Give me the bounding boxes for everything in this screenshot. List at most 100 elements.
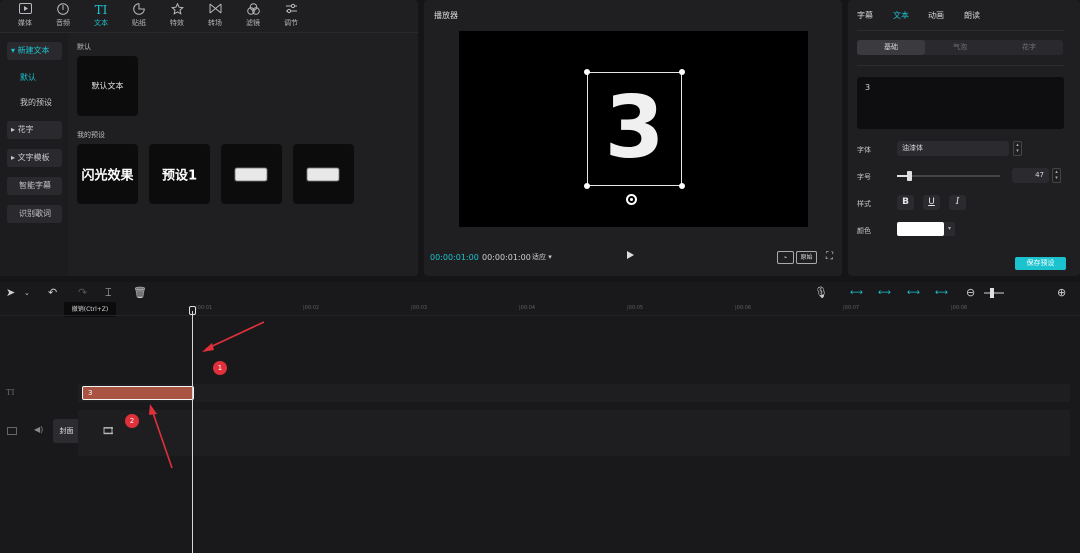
tool-audio[interactable]: 音频 (46, 2, 80, 30)
tool-label: 贴纸 (132, 19, 146, 27)
delete-icon[interactable]: 🗑 (133, 286, 147, 300)
zoom-in-icon[interactable]: ⊕ (1057, 286, 1066, 300)
effects-icon (160, 2, 194, 18)
video-preview[interactable]: 3 (459, 31, 808, 227)
default-text-card[interactable]: 默认文本 (77, 56, 138, 116)
resize-handle[interactable] (679, 183, 685, 189)
chevron-down-icon[interactable]: ▾ (944, 222, 955, 236)
sidebar-item-label: 文字模板 (17, 153, 50, 162)
audio-icon (46, 3, 80, 18)
font-label: 字体 (857, 146, 871, 154)
sidebar-item-label: 识别歌词 (19, 209, 51, 218)
media-panel: 媒体 音频 TI 文本 贴纸 特效 转场 滤镜 调节 ▾ 新建文本 默认 我的预… (0, 0, 418, 276)
tab-read-aloud[interactable]: 朗读 (964, 10, 980, 21)
preview-text: 3 (604, 78, 665, 178)
tool-effects[interactable]: 特效 (160, 2, 194, 30)
italic-button[interactable]: I (949, 195, 966, 210)
sidebar-item-text-template[interactable]: ▸ 文字模板 (7, 149, 62, 167)
resize-handle[interactable] (584, 69, 590, 75)
preset-card-4[interactable] (293, 144, 354, 204)
segment-bubble[interactable]: 气泡 (926, 40, 994, 55)
timeline-toolbar: ➤ ⌄ ↶ ↷ ⌶ 🗑 🎙 ⟷ ⟷ ⟷ ⟷ ⊖ ⊕ (0, 282, 1080, 304)
play-icon[interactable] (627, 251, 634, 259)
save-preset-button[interactable]: 保存预设 (1015, 257, 1066, 270)
tool-media[interactable]: 媒体 (8, 2, 42, 30)
sidebar-item-label: 默认 (20, 73, 36, 82)
zoom-slider[interactable] (984, 288, 1004, 298)
split-icon[interactable]: ⌶ (105, 286, 112, 300)
preset-card-1[interactable]: 预设1 (149, 144, 210, 204)
fullscreen-icon[interactable]: ⛶ (826, 251, 833, 263)
tool-adjust[interactable]: 调节 (274, 2, 308, 30)
film-icon[interactable]: 🎞 (102, 426, 115, 437)
playhead-cap[interactable] (189, 306, 196, 315)
size-stepper-icon[interactable]: ▴ ▾ (1052, 168, 1061, 183)
font-select[interactable]: 油漆体 (897, 141, 1009, 156)
original-size-button[interactable]: 原始 (796, 251, 817, 264)
sidebar-item-label: 我的预设 (20, 98, 52, 107)
tab-animation[interactable]: 动画 (928, 10, 944, 21)
zoom-out-icon[interactable]: ⊖ (966, 286, 975, 300)
font-stepper-icon[interactable]: ▴ ▾ (1013, 141, 1022, 156)
bold-button[interactable]: B (897, 195, 914, 210)
underline-button[interactable]: U (923, 195, 940, 210)
sidebar-item-fancy-text[interactable]: ▸ 花字 (7, 121, 62, 139)
tab-text[interactable]: 文本 (893, 10, 909, 21)
undo-icon[interactable]: ↶ (48, 286, 57, 300)
tab-subtitle[interactable]: 字幕 (857, 10, 873, 21)
segment-basic[interactable]: 基础 (857, 40, 925, 55)
segment-fancy[interactable]: 花字 (995, 40, 1063, 55)
mute-icon[interactable]: ◀) (34, 425, 43, 434)
sidebar-item-my-presets[interactable]: 我的预设 (7, 94, 62, 112)
sidebar-item-new-text[interactable]: ▾ 新建文本 (7, 42, 62, 60)
link-icon[interactable]: ⟷ (850, 286, 863, 300)
snap-icon[interactable]: ⟷ (907, 286, 920, 300)
chevron-down-icon[interactable]: ⌄ (24, 286, 30, 300)
annotation-badge-2: 2 (125, 414, 139, 428)
color-swatch[interactable] (897, 222, 944, 236)
tool-transition[interactable]: 转场 (198, 2, 232, 30)
sidebar-item-default[interactable]: 默认 (7, 69, 62, 87)
ratio-dropdown[interactable]: 适应 ▾ (532, 252, 552, 262)
microphone-icon[interactable]: 🎙 (814, 286, 828, 300)
ruler-label: |00:03 (411, 305, 428, 311)
section-presets-label: 我的预设 (77, 131, 105, 139)
zoom-knob[interactable] (990, 288, 994, 298)
ruler-label: |00:08 (951, 305, 968, 311)
sidebar-item-label: 智能字幕 (19, 181, 51, 190)
cover-button[interactable]: 封面 (53, 419, 80, 443)
color-label: 颜色 (857, 227, 871, 235)
caret-down-icon: ▾ (546, 253, 552, 261)
preview-axis-icon[interactable]: ⟷ (935, 286, 948, 300)
text-selection-box[interactable]: 3 (584, 69, 685, 189)
sidebar-item-lyrics[interactable]: 识别歌词 (7, 205, 62, 223)
select-cursor-icon[interactable]: ➤ (6, 286, 15, 300)
preset-card-3[interactable] (221, 144, 282, 204)
text-track-icon: TI (6, 388, 15, 397)
sidebar-item-label: 花字 (17, 125, 34, 134)
timeline-panel: ➤ ⌄ ↶ ↷ ⌶ 🗑 🎙 ⟷ ⟷ ⟷ ⟷ ⊖ ⊕ 撤销(Ctrl+Z) |00… (0, 282, 1080, 553)
tool-sticker[interactable]: 贴纸 (122, 2, 156, 30)
slider-knob[interactable] (907, 171, 912, 181)
resize-handle[interactable] (584, 183, 590, 189)
text-content-input[interactable]: 3 (857, 77, 1064, 129)
tool-label: 转场 (208, 19, 222, 27)
preset-card-flash[interactable]: 闪光效果 (77, 144, 138, 204)
size-input[interactable]: 47 (1012, 168, 1049, 183)
resize-handle[interactable] (679, 69, 685, 75)
ruler-label: |00:05 (627, 305, 644, 311)
size-label: 字号 (857, 173, 871, 181)
rotate-handle-icon[interactable] (626, 194, 637, 205)
inspector-panel: 字幕 文本 动画 朗读 基础 气泡 花字 3 字体 油漆体 ▴ ▾ 字号 47 ▴… (848, 0, 1080, 276)
magnet-icon[interactable]: ⟷ (878, 286, 891, 300)
size-slider[interactable] (897, 171, 1000, 181)
tool-text[interactable]: TI 文本 (84, 2, 118, 30)
redo-icon[interactable]: ↷ (78, 286, 87, 300)
player-panel: 播放器 3 00:00:01:00 00:00:01:00 适应 ▾ ⌁ 原始 … (424, 0, 842, 276)
waveform-icon[interactable]: ⌁ (777, 251, 794, 264)
tool-filter[interactable]: 滤镜 (236, 2, 270, 30)
tool-label: 文本 (94, 19, 108, 27)
divider (857, 30, 1064, 31)
sidebar-item-auto-captions[interactable]: 智能字幕 (7, 177, 62, 195)
filter-icon (236, 3, 270, 18)
